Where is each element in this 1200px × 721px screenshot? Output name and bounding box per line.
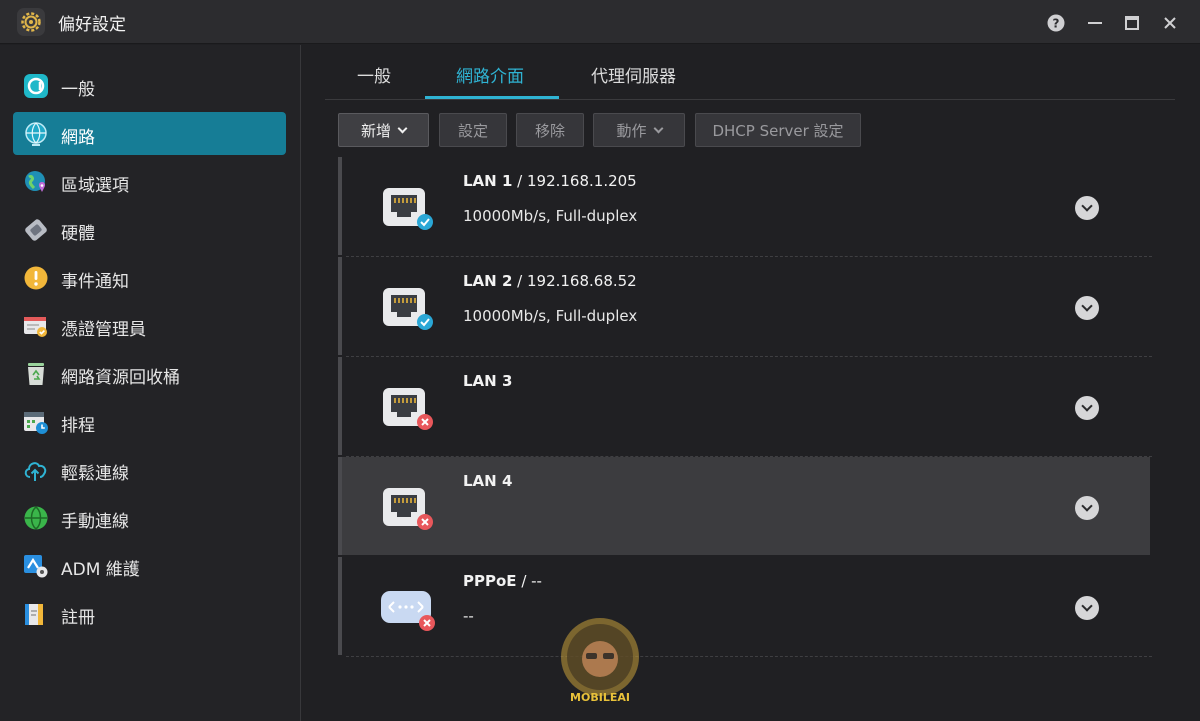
interface-name: LAN 2 / 192.168.68.52 [463,272,637,290]
sidebar-item-label: 事件通知 [61,272,129,292]
dhcp-server-settings-button[interactable]: DHCP Server 設定 [695,113,861,147]
sidebar-item-label: 排程 [61,416,95,436]
globe-icon [25,122,47,146]
sidebar-item-label: 網路資源回收桶 [61,368,180,388]
ethernet-port-icon [383,488,433,530]
expand-icon[interactable] [1075,496,1099,520]
sidebar-item-adm-maintenance[interactable]: ADM 維護 [13,544,286,587]
sidebar-item-label: 憑證管理員 [61,320,146,340]
watermark-logo: MOBILEAI [561,618,639,704]
sidebar-item-label: 一般 [61,80,95,100]
sidebar-item-network[interactable]: 網路 [13,112,286,155]
add-button-label: 新增 [360,121,391,140]
title-bar: 偏好設定 ? [0,0,1200,44]
sidebar-item-notification[interactable]: 事件通知 [13,256,286,299]
sidebar-item-label: 硬體 [61,224,95,244]
connected-check-icon [417,214,433,230]
interface-name: LAN 1 / 192.168.1.205 [463,172,637,190]
maximize-icon[interactable] [1122,13,1142,33]
chevron-down-icon [653,123,663,133]
sidebar-item-label: ADM 維護 [61,560,140,580]
window-title: 偏好設定 [58,15,126,35]
ethernet-port-icon [383,388,433,430]
region-icon [25,171,46,192]
svg-text:?: ? [1053,17,1060,31]
interface-name: LAN 4 [463,472,513,490]
sidebar-item-manual-connect[interactable]: 手動連線 [13,496,286,539]
interface-name: PPPoE / -- [463,572,542,590]
sidebar-item-label: 網路 [61,128,95,148]
sidebar-item-label: 區域選項 [61,176,129,196]
sidebar-item-easy-connect[interactable]: 輕鬆連線 [13,448,286,491]
register-icon [25,604,43,625]
cloud-connect-icon [24,462,47,481]
sidebar-item-schedule[interactable]: 排程 [13,400,286,443]
sidebar-item-label: 註冊 [61,608,95,628]
sidebar: 一般 網路 區域選項 硬體 事件通知 憑證管理員 網路資源回收桶 排程 輕鬆連線… [0,45,301,721]
schedule-icon [24,412,48,434]
sidebar-item-label: 手動連線 [61,512,129,532]
interface-detail: -- [463,607,474,625]
sidebar-item-hardware[interactable]: 硬體 [13,208,286,251]
tab-proxy-server[interactable]: 代理伺服器 [591,62,676,87]
general-icon [24,74,48,98]
close-icon[interactable] [1160,13,1180,33]
settings-button-label: 設定 [457,121,488,140]
hardware-icon [25,219,47,241]
ethernet-port-icon [383,288,433,330]
sidebar-item-general[interactable]: 一般 [13,64,286,107]
interface-detail: 10000Mb/s, Full-duplex [463,307,638,325]
pppoe-icon [381,591,435,631]
sidebar-item-certificate[interactable]: 憑證管理員 [13,304,286,347]
interface-row-lan4[interactable]: LAN 4 [338,457,1150,555]
svg-text:MOBILEAI: MOBILEAI [570,691,630,704]
divider [346,656,1152,657]
sidebar-item-label: 輕鬆連線 [61,464,129,484]
interface-detail: 10000Mb/s, Full-duplex [463,207,638,225]
add-button[interactable]: 新增 [338,113,429,147]
sidebar-item-recycle-bin[interactable]: 網路資源回收桶 [13,352,286,395]
sidebar-item-register[interactable]: 註冊 [13,592,286,635]
help-icon[interactable]: ? [1046,13,1066,33]
settings-button[interactable]: 設定 [439,113,507,147]
gear-icon [17,8,45,36]
remove-button-label: 移除 [534,121,565,140]
interface-row-lan3[interactable]: LAN 3 [338,357,1152,457]
chevron-down-icon [397,123,408,133]
interface-row-lan1[interactable]: LAN 1 / 192.168.1.205 10000Mb/s, Full-du… [338,157,1152,257]
remove-button[interactable]: 移除 [516,113,584,147]
certificate-icon [24,317,47,337]
active-tab-indicator [425,96,559,99]
manual-connect-icon [24,506,48,530]
recycle-bin-icon [28,363,44,385]
tab-network-interface[interactable]: 網路介面 [456,62,524,87]
expand-icon[interactable] [1075,596,1099,620]
expand-icon[interactable] [1075,396,1099,420]
ethernet-port-icon [383,188,433,230]
tab-bar: 一般 網路介面 代理伺服器 [325,50,1175,100]
interface-row-pppoe[interactable]: PPPoE / -- -- [338,557,1152,657]
alert-icon [24,266,48,290]
interface-name: LAN 3 [463,372,513,390]
sidebar-item-region[interactable]: 區域選項 [13,160,286,203]
interface-row-lan2[interactable]: LAN 2 / 192.168.68.52 10000Mb/s, Full-du… [338,257,1152,357]
expand-icon[interactable] [1075,296,1099,320]
minimize-icon[interactable] [1085,13,1105,33]
maintenance-icon [24,555,48,578]
actions-button-label: 動作 [616,121,647,140]
expand-icon[interactable] [1075,196,1099,220]
tab-general[interactable]: 一般 [357,62,391,87]
actions-button[interactable]: 動作 [593,113,685,147]
dhcp-button-label: DHCP Server 設定 [712,121,844,140]
